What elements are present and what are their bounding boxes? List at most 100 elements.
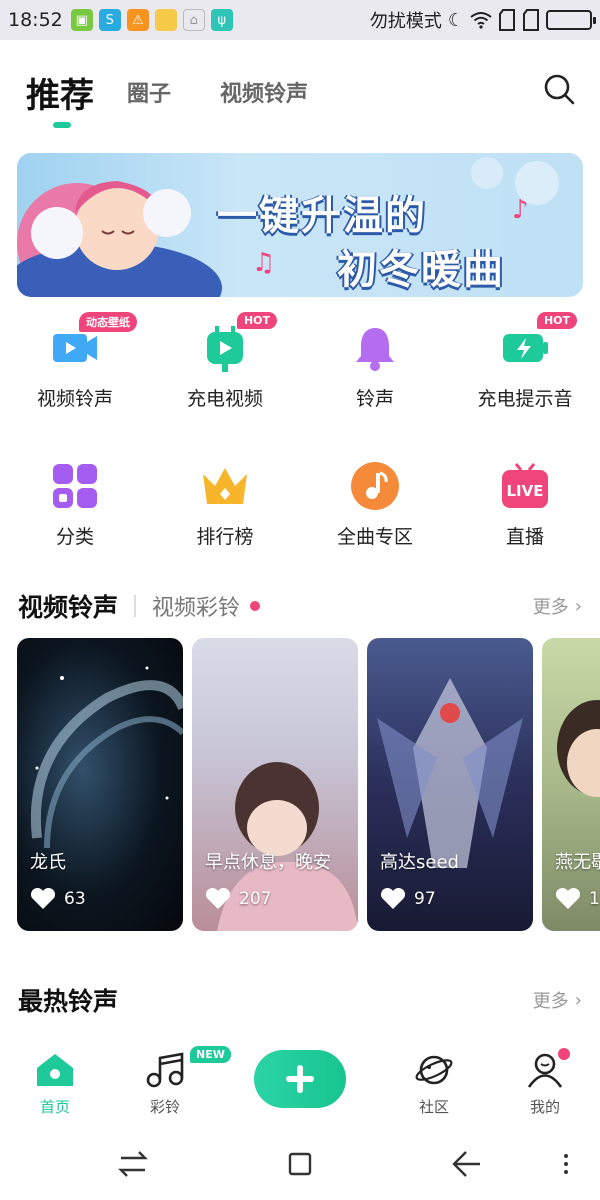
like-count: 63 bbox=[64, 889, 86, 909]
live-tv-icon: LIVE bbox=[502, 463, 548, 508]
tab-recommend[interactable]: 推荐 bbox=[26, 68, 94, 117]
feature-label: 直播 bbox=[505, 526, 544, 548]
heart-icon bbox=[30, 888, 56, 909]
feature-label: 充电提示音 bbox=[477, 388, 573, 410]
card-likes: 1 bbox=[555, 888, 600, 910]
notification-dot bbox=[558, 1048, 570, 1060]
feature-charge-video[interactable]: HOT 充电视频 bbox=[150, 312, 300, 411]
feature-badge: HOT bbox=[536, 312, 577, 329]
plus-icon bbox=[286, 1065, 314, 1093]
feature-category[interactable]: 分类 bbox=[0, 460, 150, 549]
search-icon[interactable] bbox=[542, 72, 576, 106]
home-square-icon[interactable] bbox=[282, 1146, 318, 1182]
music-note-icon bbox=[351, 462, 399, 510]
video-card[interactable]: 龙氏 63 bbox=[17, 638, 183, 931]
active-tab-indicator bbox=[53, 122, 71, 128]
feature-ringtone[interactable]: 铃声 bbox=[300, 322, 450, 411]
moon-icon: ☾ bbox=[447, 9, 464, 31]
card-title: 早点休息，晚安 bbox=[205, 852, 331, 873]
music-notes-icon bbox=[146, 1052, 184, 1088]
no-sim-icon-2 bbox=[523, 9, 539, 31]
card-likes: 63 bbox=[30, 888, 86, 910]
card-title: 高达seed bbox=[380, 852, 459, 873]
like-count: 207 bbox=[239, 889, 272, 909]
planet-icon bbox=[415, 1055, 453, 1085]
new-badge: NEW bbox=[190, 1046, 231, 1063]
shopping-icon: ▣ bbox=[70, 9, 93, 31]
svg-text:♪: ♪ bbox=[512, 195, 529, 225]
card-likes: 207 bbox=[205, 888, 271, 910]
video-card-list: 龙氏 63 早点休息，晚安 207 高达seed 97 燕无 1 bbox=[17, 638, 600, 931]
status-time: 18:52 bbox=[8, 9, 63, 31]
banner-subheadline: 初冬暖曲 bbox=[337, 247, 505, 293]
feature-label: 铃声 bbox=[355, 388, 394, 410]
wifi-icon bbox=[470, 12, 492, 29]
top-navigation: 推荐 圈子 视频铃声 bbox=[0, 40, 600, 140]
like-count: 1 bbox=[589, 889, 600, 909]
section-title: 最热铃声 bbox=[18, 987, 119, 1016]
hot-section-header: 最热铃声 更多 › bbox=[18, 980, 582, 1020]
like-count: 97 bbox=[414, 889, 436, 909]
more-label: 更多 bbox=[532, 597, 569, 618]
video-section-header: 视频铃声 视频彩铃 更多 › bbox=[18, 586, 582, 626]
feature-badge: HOT bbox=[236, 312, 277, 329]
feature-badge: 动态壁纸 bbox=[79, 312, 137, 332]
video-card[interactable]: 早点休息，晚安 207 bbox=[192, 638, 358, 931]
nav-mine[interactable]: 我的 bbox=[505, 1052, 585, 1117]
bell-icon bbox=[356, 328, 394, 371]
card-title: 龙氏 bbox=[30, 852, 66, 873]
broom-icon: ⌂ bbox=[182, 9, 205, 31]
more-label: 更多 bbox=[532, 991, 569, 1012]
divider bbox=[134, 595, 137, 617]
feature-label: 充电视频 bbox=[186, 388, 263, 410]
heart-icon bbox=[555, 888, 581, 909]
nav-label: 社区 bbox=[418, 1098, 449, 1116]
section-subtitle[interactable]: 视频彩铃 bbox=[152, 590, 240, 622]
svg-text:♫: ♫ bbox=[252, 248, 275, 278]
charge-video-icon bbox=[207, 326, 243, 372]
nav-home[interactable]: 首页 bbox=[15, 1052, 95, 1117]
feature-full-songs[interactable]: 全曲专区 bbox=[300, 460, 450, 549]
crown-icon bbox=[203, 468, 247, 504]
nav-label: 我的 bbox=[529, 1098, 560, 1116]
card-title: 燕无歇 bbox=[555, 852, 600, 873]
section-title[interactable]: 视频铃声 bbox=[18, 588, 118, 624]
back-arrow-icon[interactable] bbox=[448, 1146, 484, 1182]
switch-apps-icon[interactable] bbox=[115, 1146, 151, 1182]
more-link[interactable]: 更多 › bbox=[533, 593, 582, 619]
feature-video-ringtone[interactable]: 动态壁纸 视频铃声 bbox=[0, 312, 150, 411]
menu-dots-icon[interactable] bbox=[552, 1146, 588, 1182]
nav-label: 彩铃 bbox=[149, 1098, 180, 1116]
folder-icon bbox=[154, 9, 177, 31]
feature-ranking[interactable]: 排行榜 bbox=[150, 460, 300, 549]
heart-icon bbox=[380, 888, 406, 909]
system-navigation-bar bbox=[0, 1128, 600, 1200]
promo-banner[interactable]: ♪ ♫ 一键升温的 初冬暖曲 bbox=[17, 153, 583, 297]
no-sim-icon bbox=[499, 9, 515, 31]
chevron-right-icon: › bbox=[574, 595, 582, 617]
tab-circle[interactable]: 圈子 bbox=[127, 76, 171, 108]
heart-icon bbox=[205, 888, 231, 909]
bottom-navigation: 首页 彩铃 NEW 社区 我的 bbox=[0, 1040, 600, 1128]
nav-community[interactable]: 社区 bbox=[394, 1052, 474, 1117]
battery-bolt-icon bbox=[503, 334, 548, 362]
feature-live[interactable]: LIVE 直播 bbox=[450, 460, 600, 549]
feature-label: 分类 bbox=[55, 526, 94, 548]
more-link[interactable]: 更多 › bbox=[533, 987, 582, 1013]
feature-label: 全曲专区 bbox=[336, 526, 413, 548]
battery-icon bbox=[546, 10, 596, 30]
dnd-label: 勿扰模式 bbox=[369, 11, 442, 32]
add-button[interactable] bbox=[254, 1050, 346, 1108]
chevron-right-icon: › bbox=[574, 989, 582, 1011]
category-icon bbox=[53, 464, 97, 508]
feature-label: 视频铃声 bbox=[36, 388, 113, 410]
card-likes: 97 bbox=[380, 888, 436, 910]
tab-video-ringtone[interactable]: 视频铃声 bbox=[220, 76, 308, 108]
live-icon-text: LIVE bbox=[507, 482, 544, 500]
notification-dot bbox=[250, 601, 261, 611]
video-card[interactable]: 高达seed 97 bbox=[367, 638, 533, 931]
video-card[interactable]: 燕无歇 1 bbox=[542, 638, 600, 931]
usb-icon: ψ bbox=[210, 9, 233, 31]
feature-charge-sound[interactable]: HOT 充电提示音 bbox=[450, 312, 600, 411]
sync-icon: S bbox=[98, 9, 121, 31]
